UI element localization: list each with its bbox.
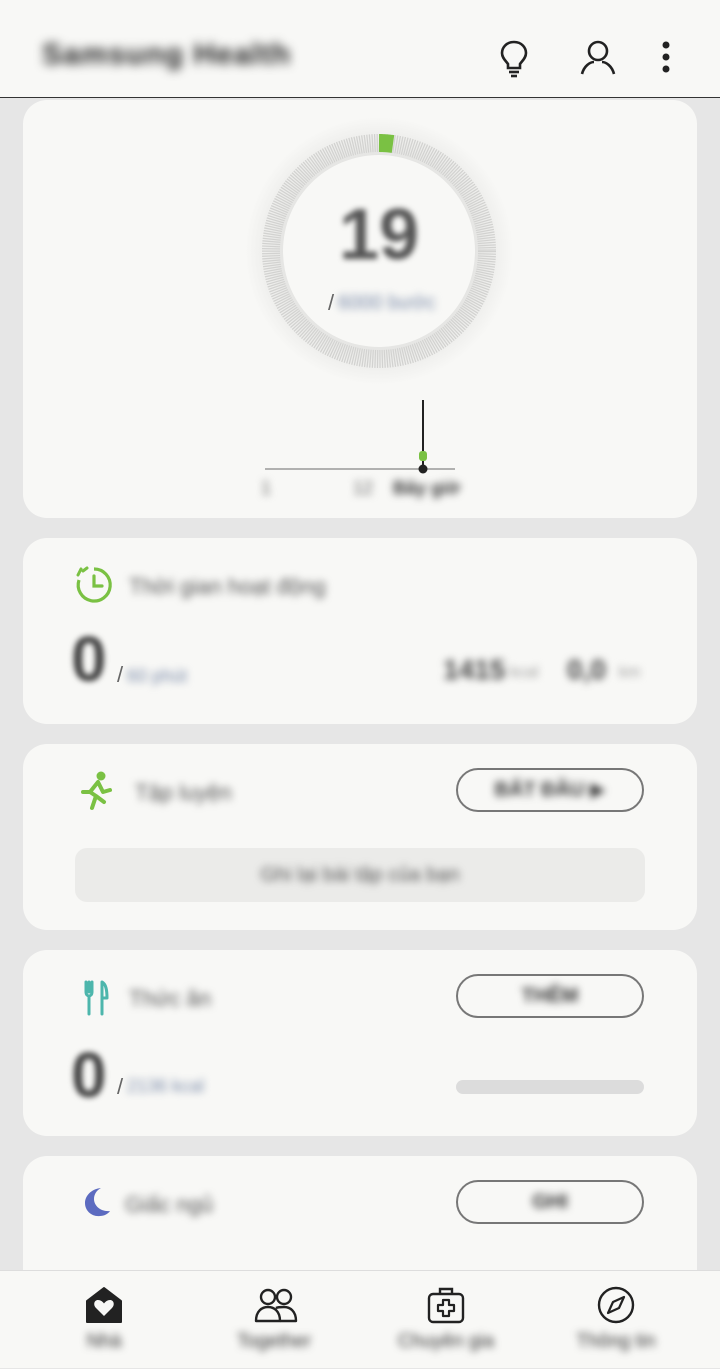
steps-goal: 6000 bước (338, 292, 436, 314)
food-card[interactable]: Thức ăn THÊM 0 / 2136 kcal (23, 950, 697, 1136)
calories-unit: kcal (510, 664, 539, 681)
calories-value: 1415 (443, 654, 506, 685)
record-workout-button[interactable]: Ghi lại bài tập của bạn (75, 848, 645, 902)
record-workout-label: Ghi lại bài tập của bạn (260, 864, 460, 886)
start-exercise-button[interactable]: BẮT ĐẦU ▶ (456, 768, 644, 812)
active-time-goal-sep: / (117, 662, 124, 687)
add-food-label: THÊM (521, 985, 579, 1007)
active-time-icon (76, 566, 112, 603)
now-marker (418, 464, 428, 474)
food-progress-bar (456, 1080, 644, 1094)
more-vert-icon[interactable] (656, 38, 676, 78)
nav-label-home: Nhà (86, 1331, 122, 1352)
moon-icon (85, 1188, 110, 1217)
exercise-title: Tập luyện (135, 780, 232, 805)
steps-bar (419, 451, 427, 461)
sleep-title: Giấc ngủ (125, 1192, 214, 1217)
home-heart-icon (86, 1287, 122, 1323)
steps-goal-sep: / (328, 290, 335, 315)
nav-item-home[interactable]: Nhà (14, 1271, 194, 1369)
active-time-goal: 60 phút (127, 666, 188, 686)
distance-value: 0,0 (567, 654, 606, 685)
running-icon (81, 771, 112, 810)
active-time-card[interactable]: Thời gian hoạt động 0 / 60 phút 1415 kca… (23, 538, 697, 724)
food-title: Thức ăn (129, 986, 211, 1011)
nav-item-experts[interactable]: Chuyên gia (356, 1271, 536, 1369)
lightbulb-icon[interactable] (496, 38, 532, 78)
nav-item-together[interactable]: Together (184, 1271, 364, 1369)
chart-label-mid: 12 (353, 478, 374, 498)
fork-knife-icon (84, 980, 109, 1016)
profile-icon[interactable] (578, 38, 618, 78)
start-exercise-label: BẮT ĐẦU ▶ (494, 779, 606, 801)
chart-label-now: Bây giờ (393, 478, 460, 498)
bottom-navigation: Nhà Together Chuyên gia Thông tin (0, 1270, 720, 1368)
distance-unit: km (619, 664, 641, 681)
chart-label-start: 1 (261, 478, 272, 498)
nav-label-discover: Thông tin (576, 1331, 656, 1352)
steps-hourly-chart (265, 400, 455, 474)
steps-value: 19 (338, 195, 420, 275)
nav-item-discover[interactable]: Thông tin (526, 1271, 706, 1369)
compass-icon (597, 1286, 635, 1324)
record-sleep-label: GHI (532, 1191, 568, 1213)
active-time-value: 0 (71, 623, 107, 695)
food-value: 0 (71, 1039, 107, 1111)
app-header: Samsung Health (0, 0, 720, 98)
active-time-title: Thời gian hoạt động (129, 574, 326, 599)
people-icon (254, 1288, 298, 1323)
add-food-button[interactable]: THÊM (456, 974, 644, 1018)
steps-progress-ring: 19 / 6000 bước (244, 116, 514, 386)
food-goal-sep: / (117, 1074, 124, 1099)
exercise-card[interactable]: Tập luyện BẮT ĐẦU ▶ Ghi lại bài tập của … (23, 744, 697, 930)
app-title: Samsung Health (42, 38, 292, 71)
steps-card[interactable]: 19 / 6000 bước 1 12 Bây giờ (23, 100, 697, 518)
food-goal: 2136 kcal (127, 1076, 205, 1096)
nav-label-together: Together (237, 1331, 311, 1352)
nav-label-experts: Chuyên gia (397, 1331, 495, 1352)
record-sleep-button[interactable]: GHI (456, 1180, 644, 1224)
medical-kit-icon (427, 1287, 465, 1324)
steps-progress-arc (378, 134, 395, 153)
